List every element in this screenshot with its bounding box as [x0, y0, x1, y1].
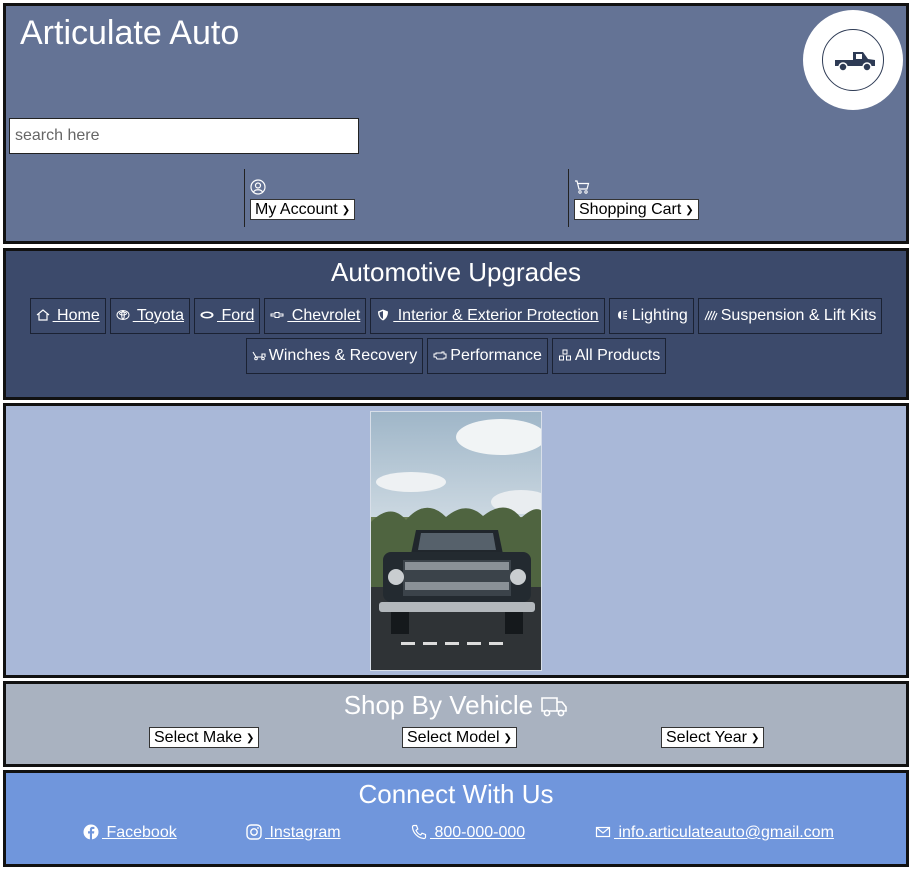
nav-item-chevrolet[interactable]: Chevrolet — [264, 298, 367, 334]
chevrolet-logo-icon — [270, 312, 284, 318]
shopping-cart-select[interactable]: Shopping Cart ❯ — [574, 199, 699, 220]
search-input[interactable] — [9, 118, 359, 154]
tow-truck-icon — [252, 351, 266, 361]
nav-item-toyota[interactable]: Toyota — [109, 298, 191, 334]
instagram-link[interactable]: Instagram — [246, 824, 341, 842]
instagram-icon — [246, 824, 262, 840]
cart-group: Shopping Cart ❯ — [568, 169, 699, 227]
facebook-link[interactable]: Facebook — [83, 824, 177, 842]
logo[interactable] — [803, 10, 903, 110]
hero-image — [370, 411, 542, 671]
engine-icon — [433, 351, 447, 360]
headlight-icon — [617, 310, 627, 320]
shield-icon — [378, 309, 389, 321]
spring-icon — [704, 310, 718, 321]
chevron-down-icon: ❯ — [246, 733, 255, 744]
site-header: Articulate Auto My Account❯ Shopping Car… — [3, 3, 909, 244]
gmc-truck-photo — [371, 412, 541, 670]
home-icon — [36, 309, 49, 321]
nav-item-ford[interactable]: Ford — [194, 298, 261, 334]
shop-title: Shop By Vehicle — [6, 690, 906, 721]
site-title: Articulate Auto — [20, 14, 240, 52]
nav-title: Automotive Upgrades — [330, 257, 582, 287]
nav-item-protection[interactable]: Interior & Exterior Protection — [370, 298, 605, 334]
user-circle-icon — [250, 179, 266, 195]
account-group: My Account ❯ — [244, 169, 356, 227]
nav-item-all-products[interactable]: All Products — [551, 338, 667, 374]
chevron-down-icon: ❯ — [341, 205, 351, 216]
boxes-icon — [558, 349, 571, 361]
select-year[interactable]: Select Year ❯ — [661, 727, 765, 748]
phone-icon — [411, 824, 427, 840]
select-model[interactable]: Select Model ❯ — [402, 727, 517, 748]
chevron-down-icon: ❯ — [750, 733, 760, 744]
main-nav: Automotive Upgrades Home Toyota Ford Che… — [3, 248, 909, 400]
shop-by-vehicle: Shop By Vehicle Select Make ❯ Select Mode… — [3, 681, 909, 767]
my-account-select[interactable]: My Account ❯ — [250, 199, 356, 220]
pickup-truck-icon — [835, 52, 875, 72]
ford-logo-icon — [200, 311, 214, 319]
cart-icon — [575, 180, 590, 194]
toyota-logo-icon — [116, 310, 130, 320]
phone-link[interactable]: 800-000-000 — [411, 824, 525, 842]
nav-item-lighting[interactable]: Lighting — [608, 298, 694, 334]
truck-icon — [541, 697, 568, 717]
nav-item-suspension[interactable]: Suspension & Lift Kits — [697, 298, 883, 334]
nav-item-performance[interactable]: Performance — [427, 338, 548, 374]
connect-section: Connect With Us Facebook Instagram 800-0… — [3, 770, 909, 867]
connect-title: Connect With Us — [358, 779, 554, 809]
chevron-down-icon: ❯ — [503, 733, 512, 744]
email-link[interactable]: info.articulateauto@gmail.com — [595, 824, 834, 842]
facebook-icon — [83, 824, 99, 840]
chevron-down-icon: ❯ — [685, 205, 694, 216]
hero-section — [3, 403, 909, 678]
nav-item-winches[interactable]: Winches & Recovery — [245, 338, 424, 374]
select-make[interactable]: Select Make ❯ — [149, 727, 260, 748]
envelope-icon — [595, 826, 611, 838]
nav-item-home[interactable]: Home — [29, 298, 106, 334]
